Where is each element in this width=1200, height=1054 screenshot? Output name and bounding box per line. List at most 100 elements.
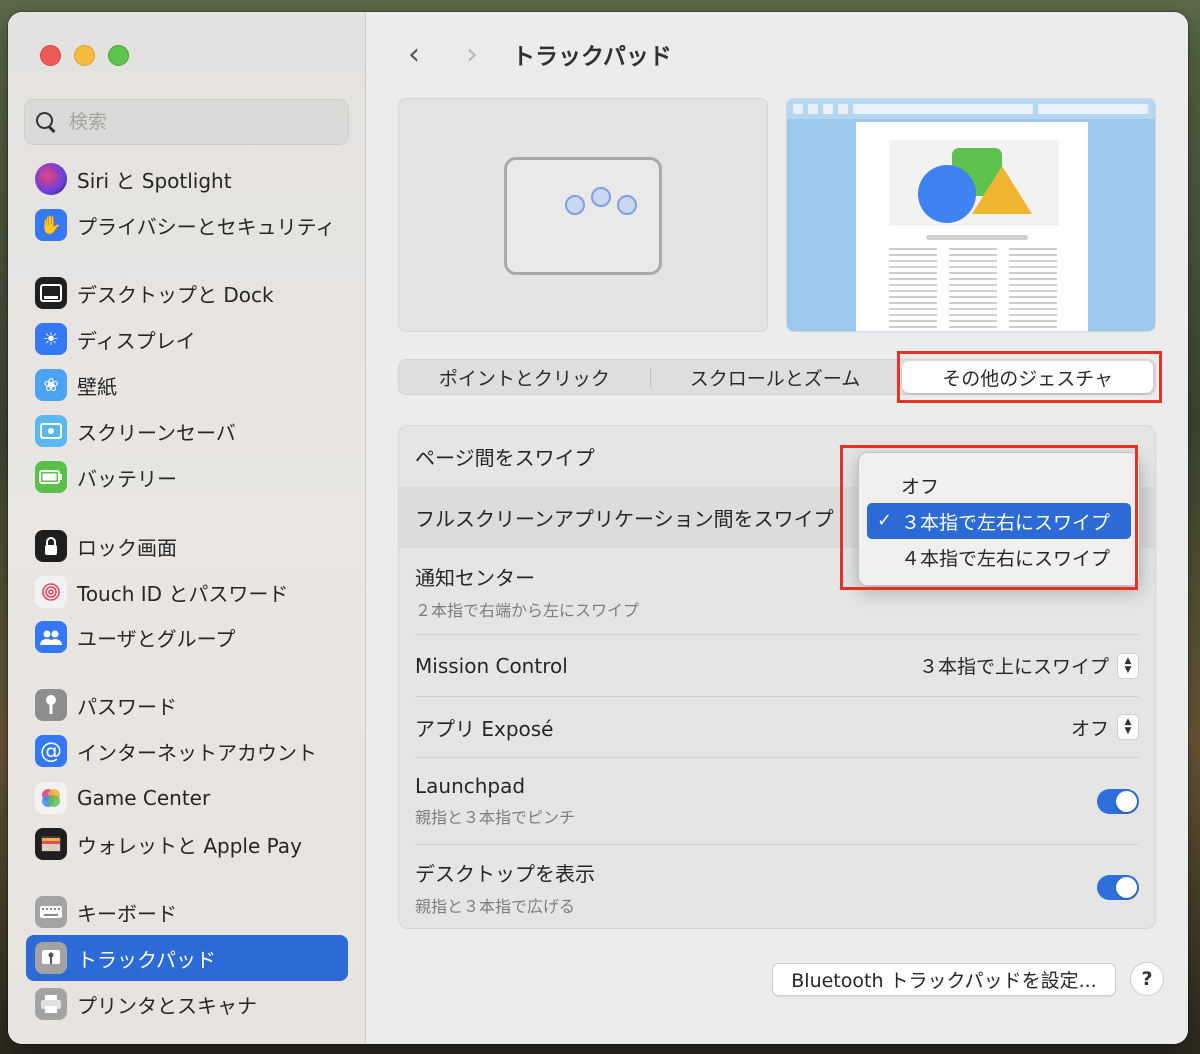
sidebar-item-users-groups[interactable]: ユーザとグループ	[26, 615, 348, 659]
sidebar-item-touch-id[interactable]: Touch ID とパスワード	[26, 570, 348, 614]
back-button[interactable]: ‹	[396, 36, 432, 72]
gesture-preview-trackpad	[398, 98, 768, 332]
dock-icon	[35, 277, 67, 309]
screensaver-icon	[35, 415, 67, 447]
settings-window: Siri と Spotlight ✋ プライバシーとセキュリティ デスクトップと…	[8, 12, 1188, 1044]
sidebar-item-internet-accounts[interactable]: @ インターネットアカウント	[26, 729, 348, 773]
sidebar-item-label: Game Center	[77, 786, 211, 810]
app-expose-popup[interactable]: オフ ▲ ▼	[1071, 714, 1139, 741]
sidebar-item-label: トラックパッド	[77, 947, 216, 972]
sidebar-item-desktop-dock[interactable]: デスクトップと Dock	[26, 271, 348, 315]
sidebar-item-label: ユーザとグループ	[77, 626, 236, 651]
checkmark-icon: ✓	[877, 510, 893, 531]
sidebar-item-printers[interactable]: プリンタとスキャナ	[26, 982, 348, 1026]
setting-label: Mission Control	[415, 653, 568, 678]
updown-chevron-icon: ▲ ▼	[1117, 652, 1139, 679]
hand-icon: ✋	[35, 209, 67, 241]
search-input[interactable]	[69, 111, 319, 133]
sun-icon: ☀	[35, 323, 67, 355]
sidebar: Siri と Spotlight ✋ プライバシーとセキュリティ デスクトップと…	[8, 12, 366, 1044]
finger-dot	[591, 187, 611, 207]
menu-item-four-finger[interactable]: ４本指で左右にスワイプ	[867, 539, 1131, 575]
mission-control-popup[interactable]: ３本指で上にスワイプ ▲ ▼	[919, 652, 1139, 679]
sidebar-item-label: ディスプレイ	[77, 328, 196, 353]
menu-item-label: オフ	[901, 475, 940, 498]
setting-label: ページ間をスワイプ	[415, 446, 595, 470]
close-window-button[interactable]	[40, 45, 61, 66]
search-field[interactable]	[24, 99, 349, 145]
preview-artwork	[889, 140, 1059, 226]
setting-label: デスクトップを表示	[415, 861, 595, 886]
users-icon	[35, 621, 67, 653]
updown-chevron-icon: ▲ ▼	[1117, 714, 1139, 740]
preview-browser-bar	[787, 99, 1155, 119]
show-desktop-toggle[interactable]	[1097, 874, 1139, 900]
finger-dot	[617, 195, 637, 215]
setting-row-mission-control[interactable]: Mission Control ３本指で上にスワイプ ▲ ▼	[399, 635, 1155, 696]
sidebar-item-label: Siri と Spotlight	[77, 168, 232, 193]
setting-sublabel: ２本指で右端から左にスワイプ	[415, 600, 640, 620]
sidebar-item-battery[interactable]: バッテリー	[26, 455, 348, 499]
tab-scroll-zoom[interactable]: スクロールとズーム	[649, 360, 901, 394]
lock-icon	[35, 530, 67, 562]
preview-document	[856, 122, 1088, 331]
sidebar-item-keyboard[interactable]: キーボード	[26, 890, 348, 934]
sidebar-item-label: デスクトップと Dock	[77, 282, 274, 307]
popup-value: ３本指で上にスワイプ	[918, 656, 1109, 678]
forward-button[interactable]: ›	[454, 36, 490, 72]
sidebar-item-wallet[interactable]: ウォレットと Apple Pay	[26, 822, 348, 866]
trackpad-icon	[35, 942, 67, 974]
tab-more-gestures[interactable]: その他のジェスチャ	[902, 361, 1154, 393]
gamecenter-icon	[35, 782, 67, 814]
search-icon	[35, 111, 57, 133]
page-title: トラックパッド	[512, 44, 672, 70]
sidebar-item-game-center[interactable]: Game Center	[26, 776, 348, 820]
wallet-icon	[35, 828, 67, 860]
popup-value: オフ	[1070, 717, 1109, 740]
sidebar-item-label: ウォレットと Apple Pay	[77, 833, 302, 858]
zoom-window-button[interactable]	[108, 45, 129, 66]
menu-item-off[interactable]: オフ	[867, 467, 1131, 503]
sidebar-item-label: スクリーンセーバ	[77, 420, 236, 445]
help-button[interactable]: ?	[1130, 962, 1164, 996]
menu-item-label: ４本指で左右にスワイプ	[901, 547, 1111, 570]
launchpad-toggle[interactable]	[1097, 788, 1139, 814]
sidebar-item-label: キーボード	[77, 901, 177, 926]
key-icon	[35, 689, 67, 721]
main-pane: ‹ › トラックパッド ポイントとクリック スクロールとズーム その他のジェスチ…	[366, 12, 1188, 1044]
setting-label: アプリ Exposé	[415, 716, 554, 741]
gesture-tabs: ポイントとクリック スクロールとズーム その他のジェスチャ	[398, 359, 1156, 395]
gesture-preview-screen	[786, 98, 1156, 332]
setting-row-app-expose[interactable]: アプリ Exposé オフ ▲ ▼	[399, 697, 1155, 757]
toolbar: ‹ › トラックパッド	[396, 36, 672, 72]
fingerprint-icon	[35, 576, 67, 608]
setting-row-show-desktop[interactable]: デスクトップを表示 親指と３本指で広げる	[399, 845, 1155, 929]
trackpad-illustration	[504, 157, 662, 275]
sidebar-item-label: プリンタとスキャナ	[77, 993, 257, 1018]
siri-icon	[35, 163, 67, 195]
sidebar-item-lock-screen[interactable]: ロック画面	[26, 524, 348, 568]
setting-sublabel: 親指と３本指で広げる	[415, 896, 576, 916]
sidebar-item-label: プライバシーとセキュリティ	[77, 214, 336, 239]
battery-icon	[35, 461, 67, 493]
setup-bluetooth-trackpad-button[interactable]: Bluetooth トラックパッドを設定...	[772, 963, 1116, 996]
sidebar-item-privacy[interactable]: ✋ プライバシーとセキュリティ	[26, 203, 348, 247]
setting-row-launchpad[interactable]: Launchpad 親指と３本指でピンチ	[399, 758, 1155, 844]
sidebar-item-trackpad[interactable]: トラックパッド	[26, 935, 348, 981]
sidebar-item-wallpaper[interactable]: ❀ 壁紙	[26, 363, 348, 407]
keyboard-icon	[35, 896, 67, 928]
tab-point-click[interactable]: ポイントとクリック	[399, 360, 650, 394]
setting-sublabel: 親指と３本指でピンチ	[415, 808, 576, 827]
sidebar-item-passwords[interactable]: パスワード	[26, 683, 348, 727]
sidebar-item-screensaver[interactable]: スクリーンセーバ	[26, 409, 348, 453]
finger-dot	[565, 195, 585, 215]
menu-item-three-finger[interactable]: ✓ ３本指で左右にスワイプ	[867, 503, 1131, 539]
sidebar-item-siri[interactable]: Siri と Spotlight	[26, 157, 348, 201]
minimize-window-button[interactable]	[74, 45, 95, 66]
sidebar-item-label: Touch ID とパスワード	[77, 581, 289, 606]
sidebar-item-label: バッテリー	[77, 466, 177, 491]
setting-label: Launchpad	[415, 774, 526, 798]
sidebar-item-label: インターネットアカウント	[77, 740, 317, 765]
sidebar-item-displays[interactable]: ☀ ディスプレイ	[26, 317, 348, 361]
menu-item-label: ３本指で左右にスワイプ	[901, 511, 1111, 534]
